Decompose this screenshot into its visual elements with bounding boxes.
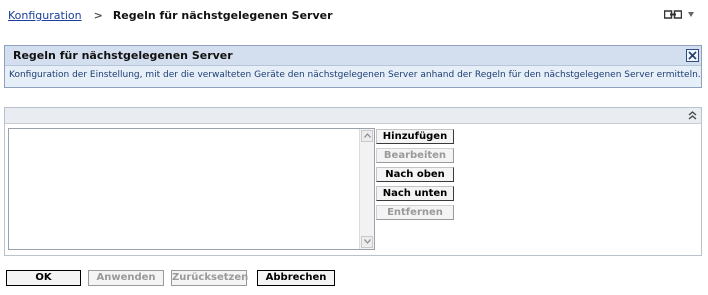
rules-list-scrollbar[interactable] xyxy=(359,129,374,249)
apply-button[interactable]: Anwenden xyxy=(88,270,164,286)
close-icon xyxy=(688,51,697,60)
scroll-up-icon xyxy=(363,133,371,138)
rules-list[interactable] xyxy=(8,128,375,250)
breadcrumb-separator: > xyxy=(93,9,103,22)
reset-button[interactable]: Zurücksetzen xyxy=(171,270,248,286)
scroll-down-button[interactable] xyxy=(361,236,373,248)
edit-button[interactable]: Bearbeiten xyxy=(376,148,454,163)
info-panel-header: Regeln für nächstgelegenen Server xyxy=(5,46,701,66)
dropdown-arrow-icon[interactable] xyxy=(688,12,694,17)
page-title: Regeln für nächstgelegenen Server xyxy=(112,9,333,22)
collapse-up-icon[interactable] xyxy=(687,110,698,121)
breadcrumb: Konfiguration > Regeln für nächstgelegen… xyxy=(8,9,333,22)
move-up-button[interactable]: Nach oben xyxy=(376,167,454,182)
scroll-down-icon xyxy=(363,239,371,244)
info-panel-description: Konfiguration der Einstellung, mit der d… xyxy=(9,70,701,80)
remove-button[interactable]: Entfernen xyxy=(376,205,454,220)
rules-panel-header xyxy=(5,108,701,124)
rules-panel: Hinzufügen Bearbeiten Nach oben Nach unt… xyxy=(4,107,702,256)
info-panel: Regeln für nächstgelegenen Server Konfig… xyxy=(4,45,702,88)
info-panel-title: Regeln für nächstgelegenen Server xyxy=(13,49,233,62)
move-down-button[interactable]: Nach unten xyxy=(376,186,454,201)
close-button[interactable] xyxy=(686,49,699,62)
ok-button[interactable]: OK xyxy=(6,270,81,286)
view-toggle-icon[interactable] xyxy=(664,10,682,19)
breadcrumb-link-konfiguration[interactable]: Konfiguration xyxy=(8,9,82,22)
top-right-controls xyxy=(664,10,694,19)
cancel-button[interactable]: Abbrechen xyxy=(257,270,335,286)
scroll-up-button[interactable] xyxy=(361,130,373,142)
add-button[interactable]: Hinzufügen xyxy=(376,129,454,144)
